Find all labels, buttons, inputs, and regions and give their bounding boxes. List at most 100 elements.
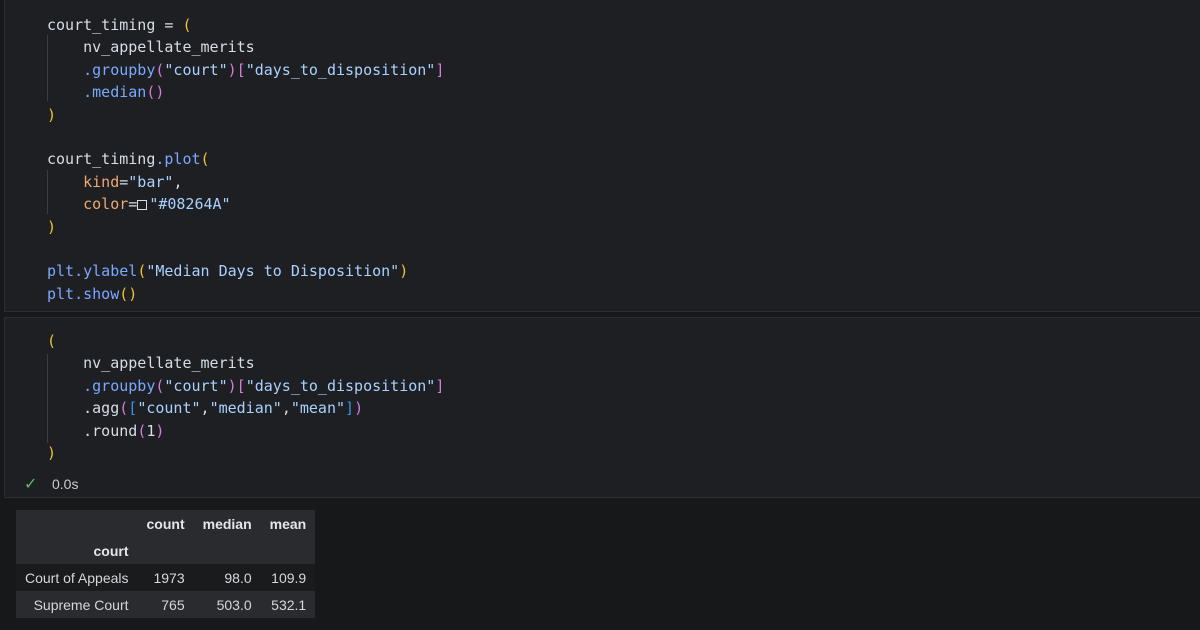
code-line: nv_appellate_merits: [47, 352, 255, 374]
code-line: color= "#08264A": [47, 193, 231, 215]
code-token: nv_appellate_merits: [47, 38, 255, 57]
code-token: ): [47, 105, 57, 124]
code-token: (: [182, 16, 192, 34]
code-token: =: [119, 172, 129, 191]
code-line: .round(1): [47, 420, 164, 442]
code-token: kind: [83, 172, 120, 191]
header-blank: [194, 537, 261, 564]
code-line: .groupby("court")["days_to_disposition"]: [47, 59, 444, 81]
code-token: color: [83, 195, 129, 214]
code-token: "count": [137, 399, 201, 418]
header-blank: [261, 537, 316, 564]
code-token: .groupby: [83, 60, 156, 79]
code-token: ]: [345, 399, 355, 418]
code-token: plt: [47, 262, 75, 281]
code-token: .median: [83, 83, 147, 102]
row-index: Supreme Court: [33, 596, 129, 613]
code-line: ): [47, 216, 56, 238]
code-line: nv_appellate_merits: [47, 36, 255, 58]
code-token: ): [155, 421, 165, 440]
code-token: "court": [164, 60, 228, 79]
code-token: ): [227, 60, 237, 79]
execution-time: 0.0s: [52, 476, 79, 492]
cell-median: 98.0: [224, 569, 252, 586]
code-line: .median(): [47, 81, 164, 103]
code-line: .agg(["count","median","mean"]): [47, 397, 363, 419]
cell-mean: 109.9: [271, 569, 307, 586]
header-blank: [138, 537, 194, 564]
column-header-mean: mean: [269, 515, 307, 532]
code-token: ): [354, 399, 364, 418]
code-token: .show: [74, 284, 120, 303]
code-line: .groupby("court")["days_to_disposition"]: [47, 375, 444, 397]
code-token: [: [128, 399, 138, 418]
code-token: "court": [164, 376, 228, 395]
code-line: (: [47, 330, 56, 352]
code-cell-plot[interactable]: court_timing = ( nv_appellate_merits .gr…: [4, 0, 1200, 312]
column-header-median: median: [202, 515, 252, 532]
code-token: ]: [435, 60, 445, 79]
code-token: "median": [209, 399, 282, 418]
code-token: ): [47, 217, 57, 236]
code-line: plt.ylabel("Median Days to Disposition"): [47, 260, 408, 282]
code-token: (: [119, 399, 129, 418]
code-token: nv_appellate_merits: [47, 354, 255, 373]
cell-count: 765: [161, 596, 185, 613]
row-index: Court of Appeals: [25, 569, 129, 586]
code-token: "bar": [128, 172, 174, 191]
cell-execution-status: ✓ 0.0s: [24, 474, 78, 494]
code-token: .agg: [47, 399, 120, 418]
code-token: (): [119, 284, 138, 303]
code-token: [: [236, 60, 246, 79]
cell-median: 503.0: [216, 596, 252, 613]
code-token: ,: [173, 172, 183, 191]
code-token: (): [146, 83, 165, 102]
code-token: court_timing =: [47, 16, 183, 34]
code-line: kind="bar",: [47, 171, 182, 193]
code-token: ): [227, 376, 237, 395]
code-token: (: [200, 150, 210, 169]
code-token: court_timing: [47, 150, 156, 169]
code-token: (: [137, 421, 147, 440]
output-dataframe: count median mean court Court of Appeals…: [16, 510, 316, 618]
cell-mean: 532.1: [271, 596, 307, 613]
code-token: ,: [281, 399, 291, 418]
table-row: Supreme Court 765 503.0 532.1: [16, 591, 316, 618]
column-header-row: count median mean: [16, 510, 316, 537]
code-line: plt.show(): [47, 283, 137, 305]
code-token: .groupby: [83, 376, 156, 395]
code-token: .plot: [155, 150, 201, 169]
table-row: Court of Appeals 1973 98.0 109.9: [16, 564, 316, 591]
code-line: court_timing.plot(: [47, 148, 210, 170]
code-token: ): [399, 262, 409, 281]
code-token: ,: [200, 399, 210, 418]
code-token: .ylabel: [74, 262, 138, 281]
code-token: (: [137, 262, 147, 281]
code-token: [: [236, 376, 246, 395]
column-header-count: count: [146, 515, 185, 532]
code-line: ): [47, 104, 56, 126]
color-swatch-icon[interactable]: [137, 200, 148, 211]
code-token: ]: [435, 376, 445, 395]
check-icon: ✓: [24, 476, 38, 493]
code-token: "Median Days to Disposition": [146, 262, 400, 281]
code-line: court_timing = (: [47, 14, 192, 36]
index-name-row: court: [16, 537, 316, 564]
index-name: court: [93, 542, 129, 559]
header-blank: [16, 510, 138, 537]
code-token: "days_to_disposition": [245, 60, 436, 79]
code-token: (: [47, 332, 57, 350]
code-token: "#08264A": [149, 195, 231, 214]
code-token: ): [47, 444, 57, 462]
code-line: ): [47, 442, 56, 464]
code-token: .round: [47, 421, 138, 440]
code-cell-aggregate[interactable]: ( nv_appellate_merits .groupby("court")[…: [4, 317, 1200, 498]
code-token: "mean": [290, 399, 346, 418]
code-token: "days_to_disposition": [245, 376, 436, 395]
cell-count: 1973: [153, 569, 185, 586]
